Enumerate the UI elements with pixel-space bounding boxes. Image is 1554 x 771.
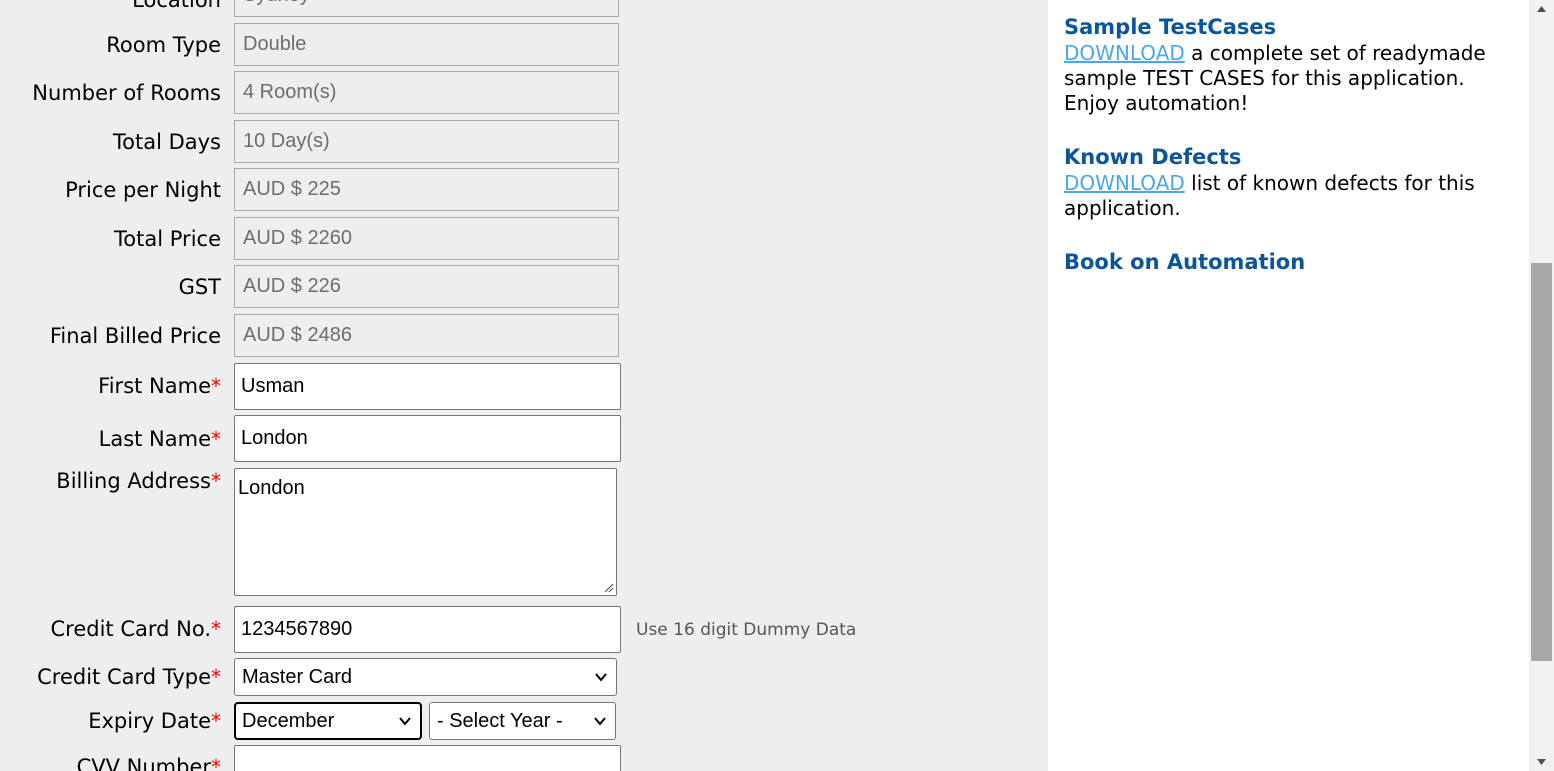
vertical-scrollbar[interactable] [1529,0,1554,771]
billing-address-value: London [238,477,305,499]
scroll-up-arrow-icon[interactable] [1529,0,1554,18]
price-per-night-field[interactable]: AUD $ 225 [234,168,619,211]
required-marker: * [211,427,221,451]
cvv-number-label: CVV Number* [77,755,221,771]
number-of-rooms-label: Number of Rooms [32,81,221,105]
expiry-year-select[interactable]: - Select Year - [429,702,616,740]
total-days-field[interactable]: 10 Day(s) [234,120,619,163]
chevron-down-icon [399,717,411,726]
credit-card-type-label-text: Credit Card Type [37,665,211,689]
download-testcases-link[interactable]: DOWNLOAD [1064,41,1185,65]
billing-address-textarea[interactable]: London [234,468,617,596]
billing-address-label-text: Billing Address [56,469,211,493]
last-name-label-text: Last Name [98,427,211,451]
known-defects-heading: Known Defects [1064,145,1242,169]
cvv-number-input[interactable] [234,745,621,771]
chevron-down-icon [594,717,606,726]
required-marker: * [211,469,221,493]
billing-address-label: Billing Address* [56,469,221,493]
credit-card-no-input[interactable]: 1234567890 [234,606,621,653]
required-marker: * [211,617,221,641]
required-marker: * [211,755,221,771]
gst-label: GST [178,275,221,299]
credit-card-no-label-text: Credit Card No. [50,617,212,641]
price-per-night-label: Price per Night [65,178,221,202]
gst-field[interactable]: AUD $ 226 [234,265,619,308]
last-name-input[interactable]: London [234,415,621,462]
first-name-input[interactable]: Usman [234,363,621,410]
first-name-label: First Name* [98,374,221,398]
credit-card-type-value: Master Card [242,666,353,688]
required-marker: * [211,665,221,689]
total-price-field[interactable]: AUD $ 2260 [234,217,619,260]
credit-card-type-select[interactable]: Master Card [234,658,617,696]
sample-testcases-text: DOWNLOAD a complete set of readymade sam… [1064,41,1519,116]
expiry-month-select[interactable]: December [234,702,422,740]
location-label: Location [132,0,221,12]
credit-card-no-label: Credit Card No.* [51,617,222,641]
final-billed-price-label: Final Billed Price [49,324,221,348]
sample-testcases-heading: Sample TestCases [1064,15,1277,39]
credit-card-hint: Use 16 digit Dummy Data [636,620,857,640]
required-marker: * [211,374,221,398]
expiry-date-label: Expiry Date* [88,709,221,733]
scrollbar-thumb[interactable] [1531,263,1552,661]
room-type-label: Room Type [106,33,221,57]
booking-form: Location Sydney Room Type Double Number … [0,0,1048,771]
last-name-label: Last Name* [99,427,221,451]
scroll-down-arrow-icon[interactable] [1529,753,1554,771]
chevron-down-icon [595,673,607,682]
first-name-label-text: First Name [98,374,211,398]
final-billed-price-field[interactable]: AUD $ 2486 [234,314,619,357]
location-field[interactable]: Sydney [234,0,619,17]
book-on-automation-heading[interactable]: Book on Automation [1064,250,1305,274]
total-price-label: Total Price [114,227,221,251]
cvv-number-label-text: CVV Number [76,755,211,771]
expiry-date-label-text: Expiry Date [88,709,211,733]
credit-card-type-label: Credit Card Type* [37,665,221,689]
expiry-month-value: December [242,710,335,732]
download-defects-link[interactable]: DOWNLOAD [1064,171,1185,195]
known-defects-text: DOWNLOAD list of known defects for this … [1064,171,1519,221]
total-days-label: Total Days [112,130,221,154]
resize-grip-icon[interactable] [602,581,614,593]
required-marker: * [211,709,221,733]
expiry-year-value: - Select Year - [437,710,563,732]
number-of-rooms-field[interactable]: 4 Room(s) [234,71,619,114]
room-type-field[interactable]: Double [234,23,619,66]
